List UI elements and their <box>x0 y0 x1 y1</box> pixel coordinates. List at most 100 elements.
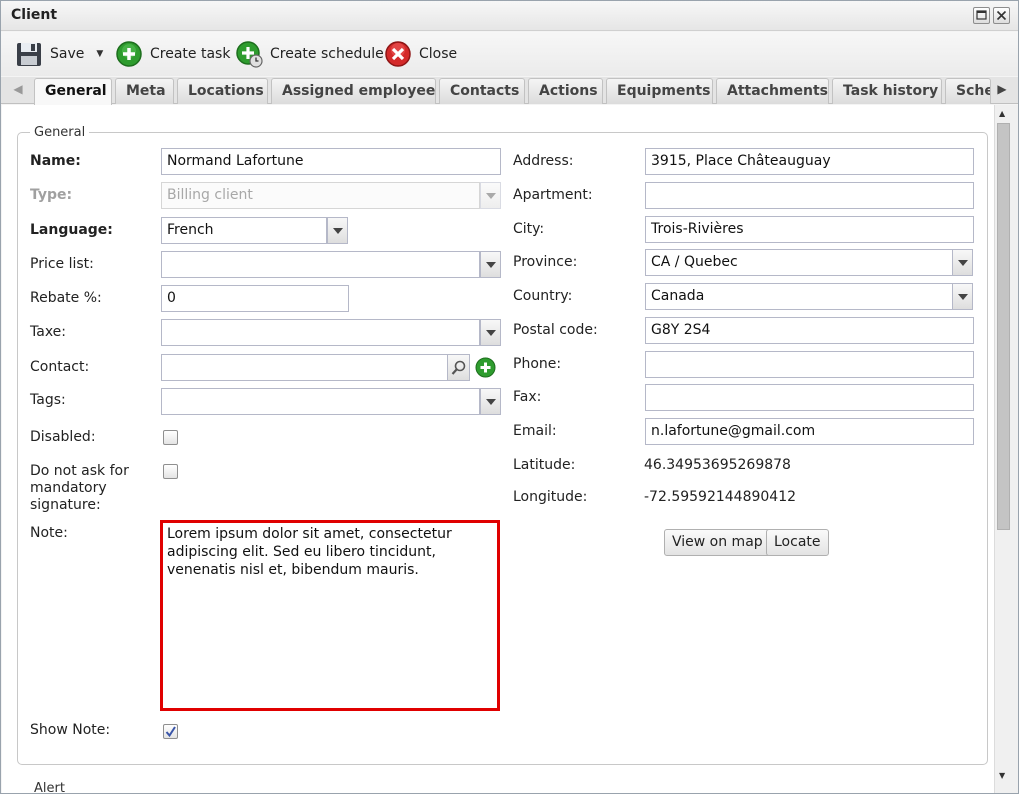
create-task-button[interactable]: Create task <box>115 39 230 69</box>
postal-code-field[interactable]: G8Y 2S4 <box>645 317 974 344</box>
chevron-down-icon <box>333 228 343 234</box>
save-button[interactable]: Save ▼ <box>15 39 103 69</box>
chevron-down-icon[interactable]: ▼ <box>96 49 103 59</box>
address-field[interactable]: 3915, Place Châteauguay <box>645 148 974 175</box>
chevron-down-icon <box>486 262 496 268</box>
rebate-label: Rebate %: <box>30 290 102 306</box>
tab-equipments[interactable]: Equipments <box>606 78 713 104</box>
tab-schedules[interactable]: Sche <box>945 78 991 104</box>
apartment-field[interactable] <box>645 182 974 209</box>
name-label: Name: <box>30 153 81 169</box>
mandatory-signature-checkbox[interactable] <box>163 464 178 479</box>
price-list-label: Price list: <box>30 256 94 272</box>
tags-label: Tags: <box>30 392 66 408</box>
create-schedule-label: Create schedule <box>270 46 384 62</box>
province-select[interactable]: CA / Quebec <box>645 249 953 276</box>
client-window: Client Save ▼ Create task Create schedul… <box>0 0 1019 794</box>
close-button[interactable]: Close <box>384 39 457 69</box>
name-field[interactable]: Normand Lafortune <box>161 148 501 175</box>
add-schedule-icon <box>235 40 263 68</box>
city-label: City: <box>513 221 545 237</box>
close-label: Close <box>419 46 458 62</box>
price-list-dropdown-trigger[interactable] <box>480 251 501 278</box>
latitude-value: 46.34953695269878 <box>644 457 791 473</box>
tab-contacts[interactable]: Contacts <box>439 78 525 104</box>
latitude-label: Latitude: <box>513 457 576 473</box>
city-field[interactable]: Trois-Rivières <box>645 216 974 243</box>
fax-field[interactable] <box>645 384 974 411</box>
country-select[interactable]: Canada <box>645 283 953 310</box>
country-dropdown-trigger[interactable] <box>952 283 973 310</box>
chevron-down-icon <box>958 260 968 266</box>
alert-legend: Alert <box>34 781 65 793</box>
phone-field[interactable] <box>645 351 974 378</box>
general-panel: General Name: Normand Lafortune Type: Bi… <box>2 105 994 793</box>
fax-label: Fax: <box>513 389 542 405</box>
tab-general[interactable]: General <box>34 78 112 105</box>
scrollbar-thumb[interactable] <box>997 123 1010 530</box>
type-select: Billing client <box>161 182 480 209</box>
tab-attachments[interactable]: Attachments <box>716 78 829 104</box>
province-dropdown-trigger[interactable] <box>952 249 973 276</box>
show-note-checkbox[interactable] <box>163 724 178 739</box>
taxe-select[interactable] <box>161 319 480 346</box>
email-label: Email: <box>513 423 557 439</box>
tab-meta[interactable]: Meta <box>115 78 174 104</box>
scroll-up-icon[interactable]: ▲ <box>999 109 1005 118</box>
maximize-icon <box>976 10 987 20</box>
general-legend: General <box>34 125 86 140</box>
rebate-field[interactable]: 0 <box>161 285 349 312</box>
disabled-checkbox[interactable] <box>163 430 178 445</box>
tab-scroll-left-icon[interactable]: ◀ <box>10 82 26 100</box>
type-dropdown-trigger <box>480 182 501 209</box>
chevron-down-icon <box>486 193 496 199</box>
cancel-icon <box>384 40 412 68</box>
chevron-down-icon <box>486 399 496 405</box>
tags-dropdown-trigger[interactable] <box>480 388 501 415</box>
province-label: Province: <box>513 254 578 270</box>
search-icon <box>451 360 466 375</box>
mandatory-signature-label-1: Do not ask for <box>30 463 129 479</box>
contact-search-button[interactable] <box>447 354 470 381</box>
contact-field[interactable] <box>161 354 448 381</box>
tab-scroll-right-icon[interactable]: ▶ <box>994 82 1010 100</box>
show-note-label: Show Note: <box>30 722 111 738</box>
longitude-value: -72.59592144890412 <box>644 489 797 505</box>
add-contact-button[interactable] <box>475 357 496 378</box>
price-list-select[interactable] <box>161 251 480 278</box>
scroll-down-icon[interactable]: ▼ <box>999 771 1005 780</box>
chevron-down-icon <box>486 330 496 336</box>
title-bar: Client <box>1 1 1018 31</box>
tab-locations[interactable]: Locations <box>177 78 268 104</box>
add-icon <box>475 357 496 378</box>
add-icon <box>115 40 143 68</box>
contact-label: Contact: <box>30 359 90 375</box>
toolbar: Save ▼ Create task Create schedule Close <box>1 32 1018 76</box>
taxe-label: Taxe: <box>30 324 66 340</box>
postal-code-label: Postal code: <box>513 322 598 338</box>
window-close-button[interactable] <box>993 7 1010 24</box>
email-field[interactable]: n.lafortune@gmail.com <box>645 418 974 445</box>
language-select[interactable]: French <box>161 217 327 244</box>
maximize-button[interactable] <box>973 7 990 24</box>
window-title: Client <box>11 7 58 23</box>
note-textarea[interactable]: Lorem ipsum dolor sit amet, consectetur … <box>160 520 500 711</box>
mandatory-signature-label-3: signature: <box>30 497 101 513</box>
language-label: Language: <box>30 222 113 238</box>
country-label: Country: <box>513 288 573 304</box>
tab-assigned-employees[interactable]: Assigned employees <box>271 78 436 104</box>
tags-select[interactable] <box>161 388 480 415</box>
taxe-dropdown-trigger[interactable] <box>480 319 501 346</box>
checkmark-icon <box>165 726 176 738</box>
create-schedule-button[interactable]: Create schedule <box>235 39 384 69</box>
longitude-label: Longitude: <box>513 489 588 505</box>
language-dropdown-trigger[interactable] <box>327 217 348 244</box>
note-label: Note: <box>30 525 68 541</box>
locate-button[interactable]: Locate <box>766 529 829 556</box>
floppy-disk-icon <box>15 40 43 68</box>
tab-task-history[interactable]: Task history <box>832 78 942 104</box>
save-label: Save <box>50 46 85 62</box>
tab-actions[interactable]: Actions <box>528 78 603 104</box>
view-on-map-button[interactable]: View on map <box>664 529 771 556</box>
vertical-scrollbar[interactable]: ▲ ▼ <box>994 105 1018 793</box>
